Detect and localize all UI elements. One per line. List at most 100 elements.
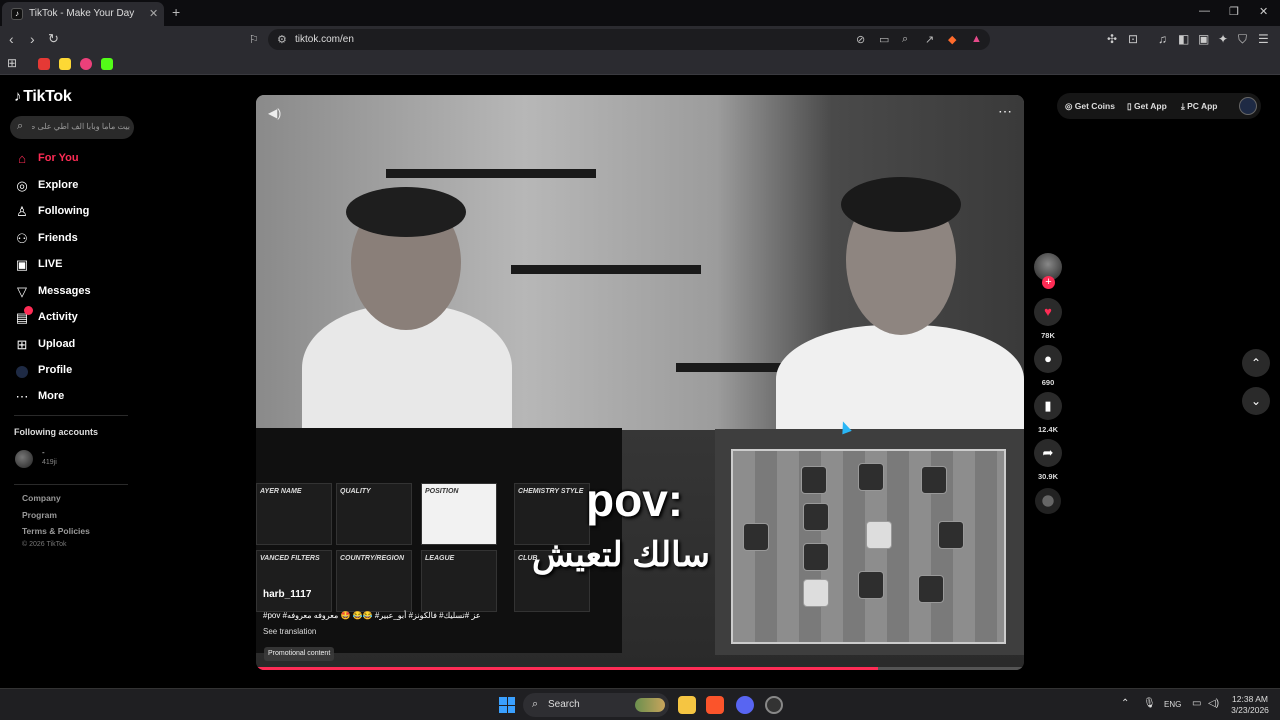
volume-icon[interactable]: ◁): [1208, 698, 1219, 709]
browser-tab-bar: ♪ TikTok - Make Your Day ✕ + — ❐ ✕: [0, 0, 1280, 26]
music-disc-icon[interactable]: [1035, 488, 1061, 514]
like-button[interactable]: ♥: [1034, 298, 1062, 326]
nav-label: For You: [38, 152, 79, 164]
nav-item-friends[interactable]: ⚇ Friends: [14, 230, 124, 250]
youtube-bookmark-icon[interactable]: [38, 58, 50, 70]
rewards-icon[interactable]: ▲: [971, 33, 982, 45]
cast-icon[interactable]: ▭: [879, 33, 889, 46]
volume-icon[interactable]: ◀): [268, 106, 281, 120]
nav-item-for-you[interactable]: ⌂ For You: [14, 150, 124, 170]
get-app-label: Get App: [1134, 101, 1167, 111]
video-progress-bar[interactable]: [256, 667, 1024, 670]
back-icon[interactable]: ‹: [9, 31, 14, 47]
sidebar-divider: [14, 415, 128, 416]
video-background: [256, 95, 1024, 445]
share-icon[interactable]: ↗: [925, 33, 934, 46]
pc-app-button[interactable]: ⤓ PC App: [1181, 101, 1218, 112]
get-coins-button[interactable]: ◎ Get Coins: [1065, 101, 1115, 112]
follow-plus-icon[interactable]: +: [1042, 276, 1055, 289]
player-card: [921, 466, 947, 494]
apps-grid-icon[interactable]: ⊞: [7, 56, 17, 70]
footer-company-link[interactable]: Company: [22, 493, 61, 503]
browser-tab[interactable]: ♪ TikTok - Make Your Day ✕: [2, 2, 164, 26]
nav-item-messages[interactable]: ▽ Messages: [14, 283, 124, 303]
get-coins-label: Get Coins: [1074, 101, 1115, 111]
tracking-icon[interactable]: ⊘: [856, 33, 865, 46]
nav-item-following[interactable]: ♙ Following: [14, 203, 124, 223]
search-icon: ⌕: [532, 698, 539, 710]
following-account-avatar[interactable]: [15, 450, 33, 468]
tab-close-button[interactable]: ✕: [149, 7, 158, 20]
discord-icon[interactable]: [736, 696, 754, 714]
windows-start-icon[interactable]: [499, 697, 515, 713]
site-info-icon[interactable]: ⚙: [277, 33, 287, 46]
nav-item-upload[interactable]: ⊞ Upload: [14, 336, 124, 356]
zoom-icon[interactable]: ⌕: [902, 33, 908, 46]
tray-overflow-icon[interactable]: ⌃: [1121, 698, 1129, 709]
nav-item-activity[interactable]: ▤ Activity: [14, 306, 124, 329]
new-tab-button[interactable]: +: [172, 4, 180, 20]
bulb-bookmark-icon[interactable]: [59, 58, 71, 70]
footer-terms-link[interactable]: Terms & Policies: [22, 526, 90, 536]
vpn-icon[interactable]: ⛉: [1238, 32, 1247, 47]
kick-bookmark-icon[interactable]: [101, 58, 113, 70]
screenshot-icon[interactable]: ⊡: [1128, 32, 1138, 46]
leo-ai-icon[interactable]: ✦: [1218, 32, 1228, 46]
sidebar-icon[interactable]: ◧: [1178, 32, 1189, 46]
more-icon: ⋯: [15, 389, 29, 404]
nav-item-explore[interactable]: ◎ Explore: [14, 177, 124, 197]
language-indicator[interactable]: ENG: [1164, 700, 1181, 709]
footer-program-link[interactable]: Program: [22, 510, 57, 520]
see-translation-link[interactable]: See translation: [263, 627, 316, 636]
share-button[interactable]: ➦: [1034, 439, 1062, 467]
search-cell: POSITION: [421, 483, 497, 545]
file-explorer-icon[interactable]: [678, 696, 696, 714]
clock[interactable]: 12:38 AM 3/23/2026: [1228, 694, 1272, 716]
reload-icon[interactable]: ↻: [48, 31, 59, 47]
player-card: [866, 521, 892, 549]
window-close-button[interactable]: ✕: [1259, 5, 1268, 18]
get-app-button[interactable]: ▯ Get App: [1127, 101, 1167, 112]
search-input[interactable]: ⌕ بيت ماما وبابا الف اطي على طول: [10, 116, 134, 139]
extensions-icon[interactable]: ✣: [1107, 32, 1117, 46]
music-bookmark-icon[interactable]: [80, 58, 92, 70]
network-icon[interactable]: ▭: [1192, 698, 1201, 709]
minimize-button[interactable]: —: [1199, 5, 1210, 17]
forward-icon[interactable]: ›: [30, 31, 35, 47]
logo-text: TikTok: [23, 88, 72, 105]
brave-browser-icon[interactable]: [706, 696, 724, 714]
menu-icon[interactable]: ☰: [1258, 32, 1269, 46]
brave-shield-icon[interactable]: ◆: [948, 33, 956, 46]
activity-badge: [24, 306, 33, 315]
following-account-name[interactable]: -: [42, 448, 45, 457]
maximize-button[interactable]: ❐: [1229, 5, 1239, 18]
search-cell-label: VANCED FILTERS: [260, 555, 320, 562]
previous-video-button[interactable]: ⌃: [1242, 349, 1270, 377]
video-player[interactable]: AYER NAME QUALITY POSITION CHEMISTRY STY…: [256, 95, 1024, 670]
profile-avatar[interactable]: [1239, 97, 1257, 115]
nav-item-more[interactable]: ⋯ More: [14, 388, 124, 408]
video-shelf: [386, 169, 596, 178]
player-card: [803, 543, 829, 571]
app-icon[interactable]: [765, 696, 783, 714]
music-icon[interactable]: ♫: [1158, 32, 1167, 46]
nav-label: Friends: [38, 232, 78, 244]
nav-label: Activity: [38, 311, 78, 323]
bookmark-icon[interactable]: ⚐: [249, 33, 259, 46]
video-author[interactable]: harb_1117: [263, 589, 311, 600]
save-button[interactable]: ▮: [1034, 392, 1062, 420]
address-bar[interactable]: ⚙ tiktok.com/en ⊘ ▭ ⌕ ↗ ◆ ▲: [268, 29, 990, 50]
next-video-button[interactable]: ⌄: [1242, 387, 1270, 415]
tiktok-note-icon: ♪: [14, 88, 22, 105]
comment-button[interactable]: ●: [1034, 345, 1062, 373]
tiktok-logo[interactable]: ♪ TikTok: [14, 88, 72, 106]
wallet-icon[interactable]: ▣: [1198, 32, 1209, 46]
taskbar-search[interactable]: ⌕ Search: [523, 693, 669, 717]
nav-item-profile[interactable]: Profile: [14, 362, 124, 382]
microphone-icon[interactable]: 🎙: [1143, 698, 1156, 709]
tiktok-favicon-icon: ♪: [11, 8, 23, 20]
more-options-icon[interactable]: ⋯: [998, 103, 1013, 120]
sidebar-divider: [14, 484, 128, 485]
player-card: [918, 575, 944, 603]
nav-item-live[interactable]: ▣ LIVE: [14, 256, 124, 276]
